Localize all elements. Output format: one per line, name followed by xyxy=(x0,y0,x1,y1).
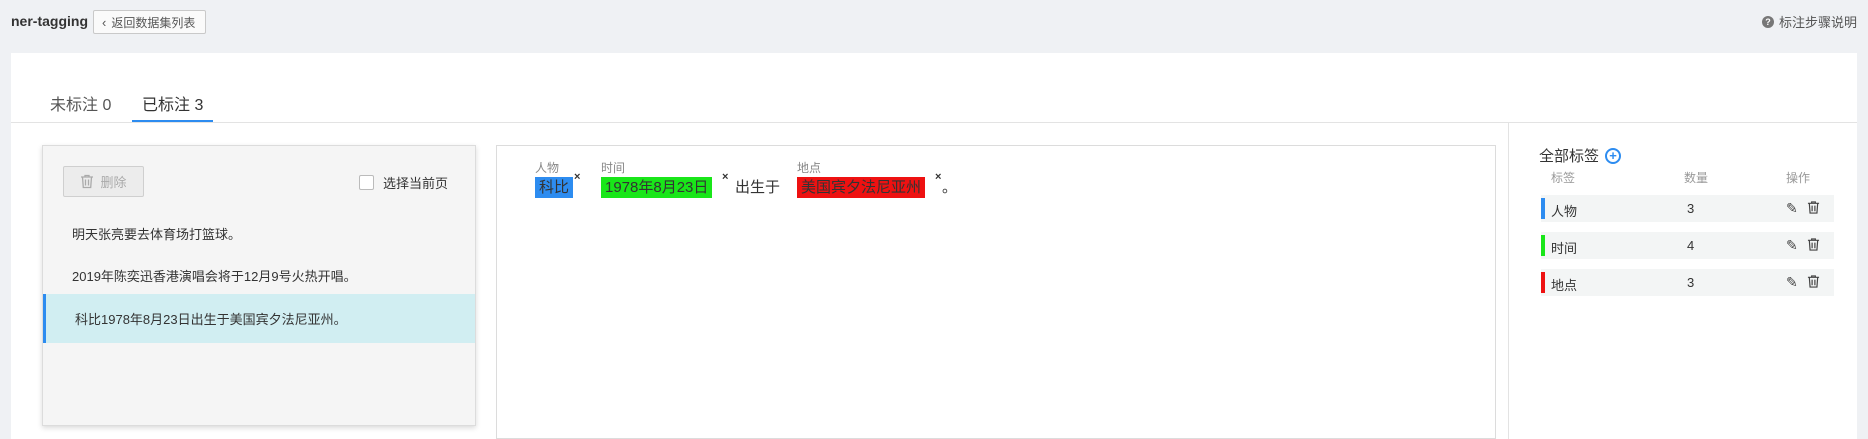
trash-icon[interactable] xyxy=(1807,237,1820,255)
sentence-text: 。 xyxy=(942,179,958,196)
top-bar: ner-tagging ‹ 返回数据集列表 ? 标注步骤说明 xyxy=(0,0,1868,52)
select-current-page[interactable]: 选择当前页 xyxy=(359,173,448,192)
trash-icon xyxy=(81,174,94,189)
column-header-actions: 操作 xyxy=(1786,171,1811,185)
entity-span[interactable]: 美国宾夕法尼亚州 xyxy=(797,177,926,198)
label-count: 3 xyxy=(1687,201,1695,216)
sentence-item[interactable]: 2019年陈奕迅香港演唱会将于12月9号火热开唱。 xyxy=(43,251,475,300)
delete-label: 删除 xyxy=(100,175,127,190)
label-row: 时间 4 ✎ xyxy=(1541,232,1834,259)
tab-labeled[interactable]: 已标注 3 xyxy=(132,91,214,122)
entity-annotation: 人物 科比 × xyxy=(535,160,580,198)
entity-span[interactable]: 1978年8月23日 xyxy=(601,177,713,198)
trash-icon[interactable] xyxy=(1807,200,1820,218)
main-content: 未标注 0 已标注 3 删除 选择当前页 明天张亮要去体育场打篮球。 2019年… xyxy=(11,53,1857,439)
label-name: 时间 xyxy=(1551,241,1578,256)
label-panel-heading: 全部标签 xyxy=(1539,148,1600,165)
label-count: 4 xyxy=(1687,238,1695,253)
label-count: 3 xyxy=(1687,275,1695,290)
column-header-count: 数量 xyxy=(1684,171,1709,185)
column-header-label: 标签 xyxy=(1551,171,1576,185)
select-page-checkbox[interactable] xyxy=(359,175,374,190)
remove-entity-icon[interactable]: × xyxy=(574,171,580,183)
plus-circle-icon[interactable]: + xyxy=(1605,147,1622,164)
question-circle-icon: ? xyxy=(1761,15,1774,28)
app-title: ner-tagging xyxy=(11,13,88,29)
entity-annotation: 地点 美国宾夕法尼亚州 × xyxy=(797,160,941,198)
label-name: 地点 xyxy=(1551,278,1578,293)
help-link[interactable]: ? 标注步骤说明 xyxy=(1761,12,1857,31)
label-panel-title: 全部标签 + xyxy=(1539,145,1622,166)
label-color-bar xyxy=(1541,198,1545,219)
back-button-label: 返回数据集列表 xyxy=(111,15,196,30)
annotation-editor: 人物 科比 × 时间 1978年8月23日 × 出生于 地点 美国宾夕法尼亚州 … xyxy=(496,145,1496,439)
pencil-icon[interactable]: ✎ xyxy=(1786,200,1798,217)
label-name: 人物 xyxy=(1551,204,1578,219)
entity-annotation: 时间 1978年8月23日 × xyxy=(601,160,728,198)
sentence-text: 出生于 xyxy=(735,179,781,196)
label-color-bar xyxy=(1541,235,1545,256)
help-label: 标注步骤说明 xyxy=(1778,15,1857,30)
tab-unlabeled[interactable]: 未标注 0 xyxy=(50,91,111,122)
entity-label: 时间 xyxy=(601,161,626,175)
label-row: 人物 3 ✎ xyxy=(1541,195,1834,222)
remove-entity-icon[interactable]: × xyxy=(722,171,728,183)
entity-span[interactable]: 科比 xyxy=(535,177,574,198)
pencil-icon[interactable]: ✎ xyxy=(1786,237,1798,254)
chevron-left-icon: ‹ xyxy=(102,14,107,30)
trash-icon[interactable] xyxy=(1807,274,1820,292)
entity-label: 地点 xyxy=(797,161,822,175)
remove-entity-icon[interactable]: × xyxy=(935,171,941,183)
sentence-list-panel: 删除 选择当前页 明天张亮要去体育场打篮球。 2019年陈奕迅香港演唱会将于12… xyxy=(42,145,476,426)
label-panel: 全部标签 + 标签 数量 操作 人物 3 ✎ 时间 4 ✎ 地点 3 ✎ xyxy=(1508,123,1857,439)
annotated-sentence: 人物 科比 × 时间 1978年8月23日 × 出生于 地点 美国宾夕法尼亚州 … xyxy=(535,160,1435,220)
label-row: 地点 3 ✎ xyxy=(1541,269,1834,296)
select-page-label: 选择当前页 xyxy=(383,176,449,191)
pencil-icon[interactable]: ✎ xyxy=(1786,274,1798,291)
tab-bar: 未标注 0 已标注 3 xyxy=(11,91,1857,123)
delete-button[interactable]: 删除 xyxy=(63,166,144,197)
sentence-item-selected[interactable]: 科比1978年8月23日出生于美国宾夕法尼亚州。 xyxy=(43,294,475,343)
back-to-datasets-button[interactable]: ‹ 返回数据集列表 xyxy=(93,10,207,34)
label-color-bar xyxy=(1541,272,1545,293)
entity-label: 人物 xyxy=(535,161,560,175)
